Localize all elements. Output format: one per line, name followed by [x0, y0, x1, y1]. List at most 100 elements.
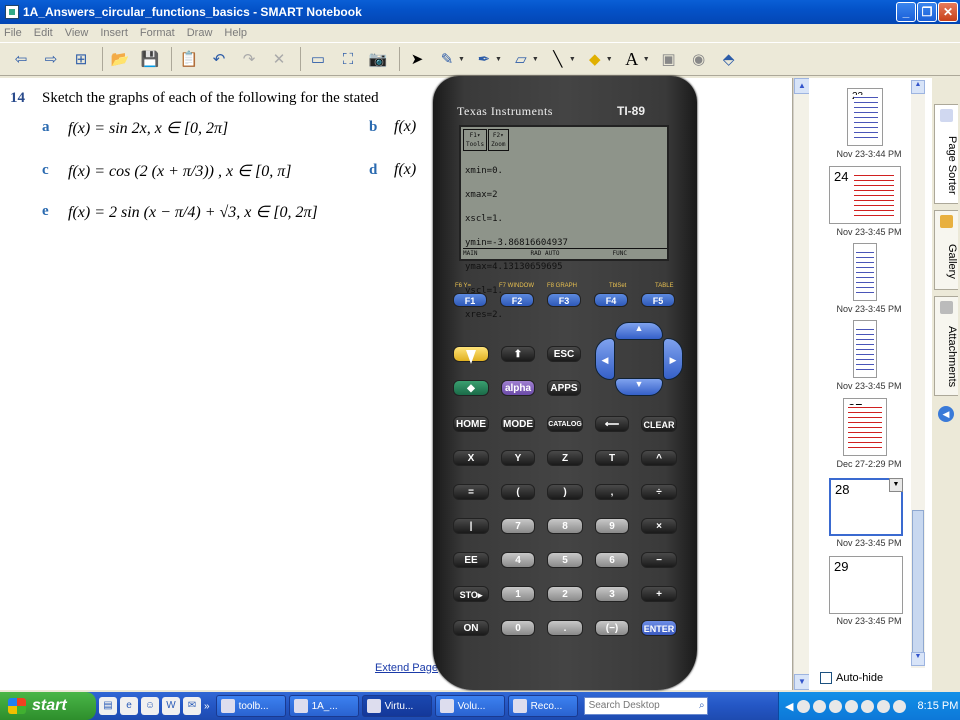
shift-key[interactable]: ⬆ [501, 346, 535, 362]
arrow-up-icon[interactable]: ▲ [615, 322, 663, 340]
desktop-search-input[interactable]: Search Desktop ⌕ [583, 697, 708, 715]
home-key[interactable]: HOME [453, 416, 489, 432]
clear-key[interactable]: CLEAR [641, 416, 677, 432]
arrow-right-icon[interactable]: ▶ [663, 338, 683, 380]
scroll-thumb[interactable] [912, 510, 924, 660]
maximize-button[interactable]: ❐ [917, 2, 937, 22]
y-key[interactable]: Y [501, 450, 535, 466]
expand-quicklaunch-icon[interactable]: » [204, 701, 210, 712]
diamond-key[interactable]: ◆ [453, 380, 489, 396]
ee-key[interactable]: EE [453, 552, 489, 568]
with-key[interactable]: | [453, 518, 489, 534]
extend-page-link[interactable]: Extend Page [375, 662, 438, 674]
tray-expand-icon[interactable]: ◀ [785, 700, 793, 713]
equals-key[interactable]: = [453, 484, 489, 500]
network-icon[interactable] [797, 699, 811, 713]
menu-view[interactable]: View [65, 27, 89, 39]
minus-key[interactable]: − [641, 552, 677, 568]
chevron-down-icon[interactable]: ▼ [606, 56, 613, 63]
arrow-left-icon[interactable]: ◀ [595, 338, 615, 380]
page-thumbnail-27[interactable]: 27 [843, 398, 887, 456]
sorter-scrollbar[interactable]: ▲ ▼ [911, 80, 925, 668]
six-key[interactable]: 6 [595, 552, 629, 568]
t-key[interactable]: T [595, 450, 629, 466]
f2-key[interactable]: F2 [500, 293, 534, 307]
left-paren-key[interactable]: ( [501, 484, 535, 500]
mail-icon[interactable]: ✉ [183, 697, 201, 715]
add-page-icon[interactable]: ⊞ [68, 46, 94, 72]
z-key[interactable]: Z [547, 450, 583, 466]
comma-key[interactable]: , [595, 484, 629, 500]
scroll-down-icon[interactable]: ▼ [794, 674, 810, 690]
undo-icon[interactable]: ↶ [206, 46, 232, 72]
screen-shade-icon[interactable]: ▭ [305, 46, 331, 72]
one-key[interactable]: 1 [501, 586, 535, 602]
f1-key[interactable]: F1 [453, 293, 487, 307]
scroll-down-icon[interactable]: ▼ [911, 652, 925, 666]
creative-pen-icon[interactable]: ✒ [471, 46, 497, 72]
menu-format[interactable]: Format [140, 27, 175, 39]
f5-key[interactable]: F5 [641, 293, 675, 307]
divide-key[interactable]: ÷ [641, 484, 677, 500]
five-key[interactable]: 5 [547, 552, 583, 568]
task-notebook[interactable]: 1A_... [288, 695, 359, 717]
tab-page-sorter[interactable]: Page Sorter [934, 104, 958, 204]
decimal-key[interactable]: . [547, 620, 583, 636]
chevron-down-icon[interactable]: ▼ [458, 56, 465, 63]
internet-explorer-icon[interactable]: e [120, 697, 138, 715]
plus-key[interactable]: + [641, 586, 677, 602]
page-thumbnail-29[interactable]: 29 [829, 556, 903, 614]
menu-edit[interactable]: Edit [34, 27, 53, 39]
task-recorder[interactable]: Reco... [507, 695, 578, 717]
capture-icon[interactable]: 📷 [365, 46, 391, 72]
tab-gallery[interactable]: Gallery [934, 210, 958, 290]
right-paren-key[interactable]: ) [547, 484, 583, 500]
on-key[interactable]: ON [453, 620, 489, 636]
delete-icon[interactable]: ✕ [266, 46, 292, 72]
select-icon[interactable]: ➤ [404, 46, 430, 72]
tray-app-icon[interactable] [893, 699, 907, 713]
esc-key[interactable]: ESC [547, 346, 581, 362]
page-thumbnail-28[interactable]: 28 ▼ [829, 478, 903, 536]
enter-key[interactable]: ENTER [641, 620, 677, 636]
start-button[interactable]: start [0, 692, 96, 720]
document-scrollbar[interactable]: ▲ ▼ [793, 78, 810, 690]
more-icon[interactable]: ◉ [686, 46, 712, 72]
catalog-key[interactable]: CATALOG [547, 416, 583, 432]
redo-icon[interactable]: ↷ [236, 46, 262, 72]
chevron-down-icon[interactable]: ▼ [889, 478, 903, 492]
chevron-down-icon[interactable]: ▼ [495, 56, 502, 63]
back-icon[interactable]: ⇦ [8, 46, 34, 72]
save-icon[interactable]: 💾 [137, 46, 163, 72]
negative-key[interactable]: (−) [595, 620, 629, 636]
messenger-icon[interactable]: ☺ [141, 697, 159, 715]
move-sidebar-icon[interactable]: ◀ [938, 406, 954, 422]
full-screen-icon[interactable]: ⛶ [335, 46, 361, 72]
open-icon[interactable]: 📂 [107, 46, 133, 72]
line-icon[interactable]: ╲ [545, 46, 571, 72]
menu-insert[interactable]: Insert [100, 27, 128, 39]
paste-icon[interactable]: 📋 [176, 46, 202, 72]
shapes-icon[interactable]: ◆ [582, 46, 608, 72]
forward-icon[interactable]: ⇨ [38, 46, 64, 72]
explorer-icon[interactable]: ▤ [99, 697, 117, 715]
seven-key[interactable]: 7 [501, 518, 535, 534]
mode-key[interactable]: MODE [501, 416, 535, 432]
minimize-button[interactable]: _ [896, 2, 916, 22]
options-icon[interactable]: ⬘ [716, 46, 742, 72]
four-key[interactable]: 4 [501, 552, 535, 568]
scroll-up-icon[interactable]: ▲ [911, 80, 925, 94]
menu-draw[interactable]: Draw [187, 27, 213, 39]
chevron-down-icon[interactable]: ▼ [532, 56, 539, 63]
page-thumbnail-24[interactable]: 24 [829, 166, 901, 224]
menu-help[interactable]: Help [224, 27, 247, 39]
pen-icon[interactable]: ✎ [434, 46, 460, 72]
nine-key[interactable]: 9 [595, 518, 629, 534]
security-icon[interactable] [813, 699, 827, 713]
alpha-key[interactable]: alpha [501, 380, 535, 396]
sto-key[interactable]: STO▸ [453, 586, 489, 602]
tab-attachments[interactable]: Attachments [934, 296, 958, 396]
bluetooth-icon[interactable] [829, 699, 843, 713]
autohide-checkbox[interactable] [820, 672, 832, 684]
scroll-up-icon[interactable]: ▲ [794, 78, 810, 94]
